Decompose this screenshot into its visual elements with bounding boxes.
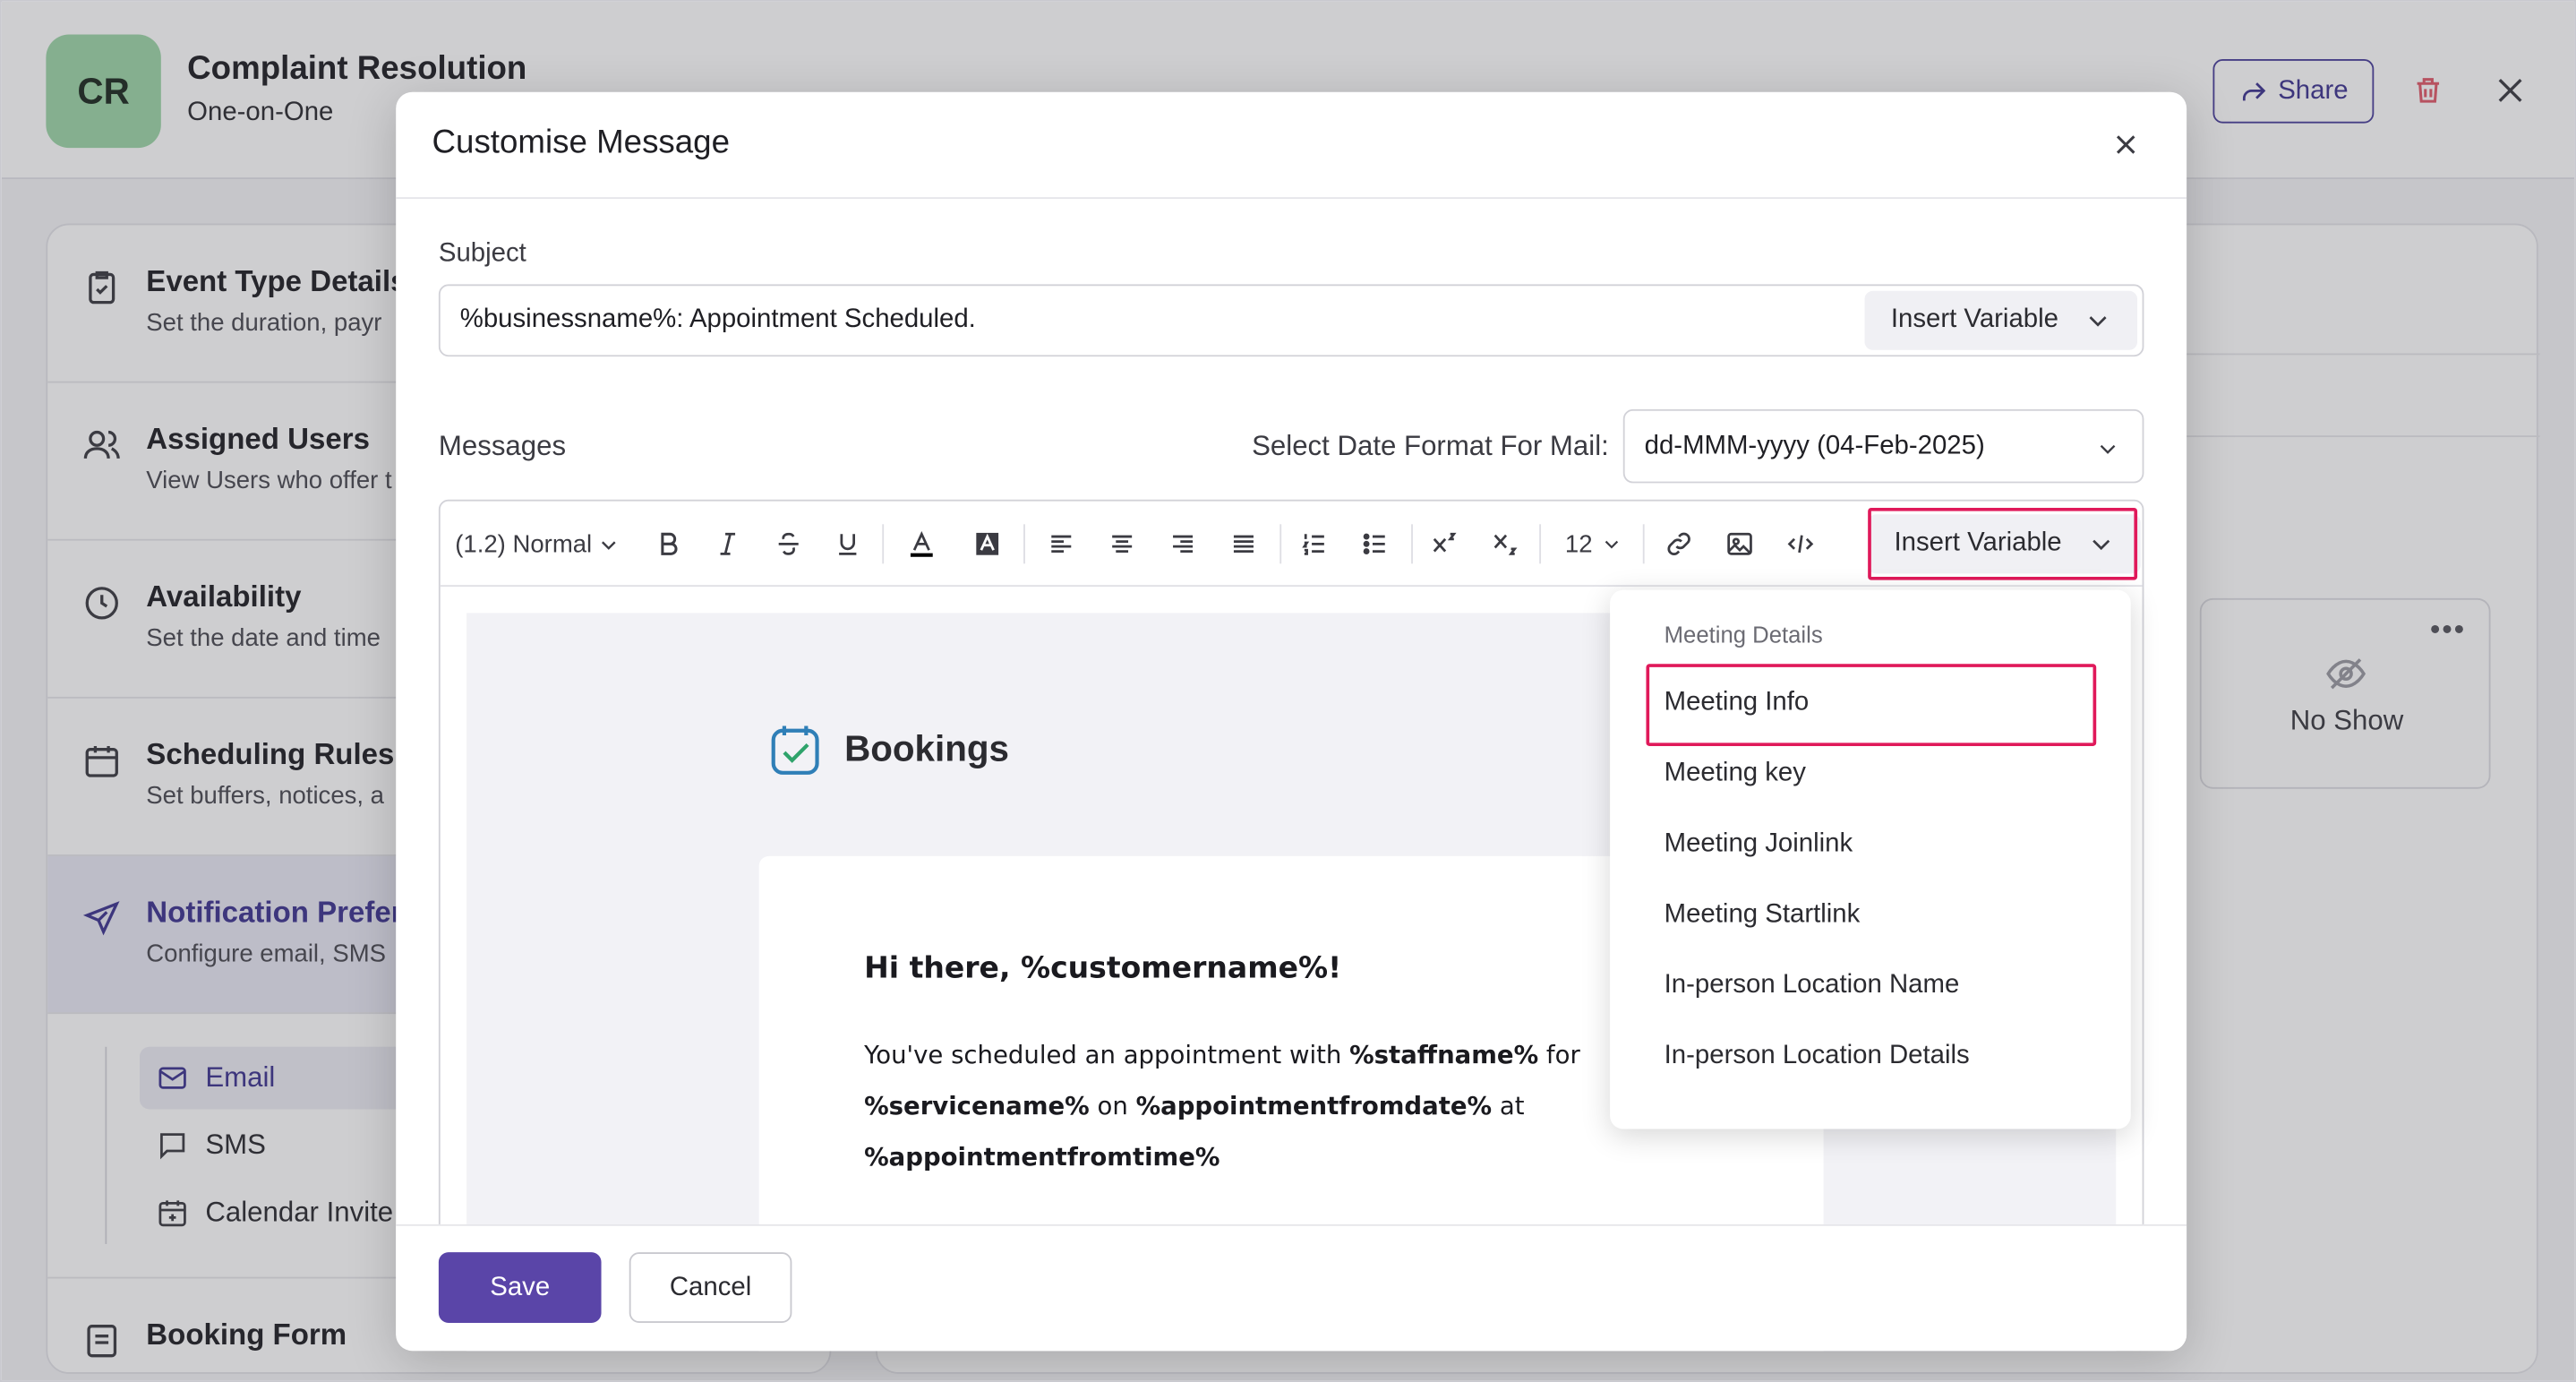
toolbar-separator <box>1023 524 1025 564</box>
menu-item-location-name[interactable]: In-person Location Name <box>1665 971 1960 1000</box>
variable-token: %servicename% <box>864 1091 1090 1121</box>
font-size-value: 12 <box>1564 529 1593 558</box>
variable-token: %appointmentfromtime% <box>864 1142 1220 1172</box>
meeting-info-highlight <box>1646 664 2097 746</box>
email-body-line: %appointmentfromtime% <box>864 1142 1220 1172</box>
insert-variable-highlight <box>1868 507 2138 580</box>
app-window: CR Complaint Resolution One-on-One Share… <box>0 0 2576 1382</box>
align-left-icon <box>1051 535 1072 553</box>
variable-token: %appointmentfromdate% <box>1135 1091 1493 1121</box>
subject-input[interactable]: %businessname%: Appointment Scheduled. I… <box>438 284 2144 357</box>
email-body-line: %servicename% on %appointmentfromdate% a… <box>864 1091 1524 1120</box>
text-run: You've scheduled an appointment with <box>864 1040 1350 1070</box>
line-style-value: (1.2) Normal <box>455 529 593 558</box>
strikethrough-icon <box>778 532 799 555</box>
link-button[interactable] <box>1661 524 1697 563</box>
ordered-list-button[interactable] <box>1297 524 1332 563</box>
subject-label: Subject <box>438 239 526 269</box>
subscript-button[interactable] <box>1486 524 1522 563</box>
menu-item-meeting-joinlink[interactable]: Meeting Joinlink <box>1665 830 1853 860</box>
align-center-button[interactable] <box>1104 524 1140 563</box>
cancel-button[interactable]: Cancel <box>629 1252 792 1324</box>
bold-button[interactable] <box>651 524 687 563</box>
messages-label: Messages <box>438 430 567 462</box>
chevron-down-icon <box>2089 316 2107 327</box>
chevron-down-icon <box>1605 540 1619 549</box>
chevron-down-icon <box>602 540 617 549</box>
modal-footer: Save Cancel <box>396 1223 2187 1352</box>
italic-button[interactable] <box>710 524 746 563</box>
close-icon[interactable] <box>2110 128 2143 161</box>
menu-item-location-details[interactable]: In-person Location Details <box>1665 1042 1970 1071</box>
save-button[interactable]: Save <box>438 1252 602 1324</box>
email-greeting: Hi there, %customername%! <box>864 951 1342 986</box>
insert-variable-label: Insert Variable <box>1890 305 2058 334</box>
highlight-color-button[interactable] <box>970 524 1006 563</box>
variable-token: %staffname% <box>1349 1040 1539 1070</box>
align-center-icon <box>1112 535 1133 553</box>
align-left-button[interactable] <box>1043 524 1079 563</box>
subject-value: %businessname%: Appointment Scheduled. <box>459 305 976 334</box>
bookings-brand: Bookings <box>844 727 1009 769</box>
menu-item-meeting-startlink[interactable]: Meeting Startlink <box>1665 900 1861 930</box>
toolbar-separator <box>882 524 885 564</box>
modal-header: Customise Message <box>396 92 2187 200</box>
strikethrough-button[interactable] <box>771 524 807 563</box>
editor-toolbar: (1.2) Normal 12 Insert Variable <box>440 502 2143 588</box>
menu-item-meeting-key[interactable]: Meeting key <box>1665 760 1806 789</box>
font-color-button[interactable] <box>903 524 939 563</box>
email-body-line: You've scheduled an appointment with %st… <box>864 1040 1580 1069</box>
code-icon <box>1787 535 1814 554</box>
toolbar-separator <box>1411 524 1413 564</box>
bold-icon <box>661 532 678 555</box>
chevron-down-icon <box>2100 444 2116 454</box>
date-format-select[interactable]: dd-MMM-yyyy (04-Feb-2025) <box>1622 408 2144 484</box>
image-button[interactable] <box>1722 524 1758 563</box>
toolbar-separator <box>1539 524 1542 564</box>
modal-title: Customise Message <box>432 124 730 161</box>
font-color-icon <box>910 531 933 557</box>
subscript-icon <box>1493 534 1518 555</box>
bookings-logo-icon <box>771 725 819 775</box>
bullet-list-button[interactable] <box>1357 524 1393 563</box>
superscript-icon <box>1433 532 1457 553</box>
align-justify-button[interactable] <box>1226 524 1262 563</box>
underline-icon <box>839 534 857 555</box>
date-format-label: Select Date Format For Mail: <box>1252 430 1609 462</box>
subject-insert-variable-button[interactable]: Insert Variable <box>1864 290 2138 350</box>
align-right-button[interactable] <box>1165 524 1201 563</box>
font-size-dropdown[interactable]: 12 <box>1559 524 1628 563</box>
line-style-dropdown[interactable]: (1.2) Normal <box>455 524 626 563</box>
text-run: at <box>1492 1091 1525 1121</box>
link-icon <box>1667 532 1690 555</box>
ordered-list-icon <box>1302 534 1324 555</box>
text-run: on <box>1089 1091 1136 1121</box>
align-right-icon <box>1173 535 1194 553</box>
date-format-value: dd-MMM-yyyy (04-Feb-2025) <box>1644 432 1985 460</box>
highlight-color-icon <box>976 532 999 555</box>
source-code-button[interactable] <box>1783 524 1819 563</box>
text-run: for <box>1538 1040 1580 1070</box>
superscript-button[interactable] <box>1426 524 1462 563</box>
bookings-logo: Bookings <box>766 718 1009 781</box>
align-justify-icon <box>1233 535 1254 553</box>
toolbar-separator <box>1642 524 1645 564</box>
bullet-list-icon <box>1363 533 1385 555</box>
menu-group-label: Meeting Details <box>1664 621 1823 648</box>
italic-icon <box>720 532 736 555</box>
image-icon <box>1727 532 1752 555</box>
underline-button[interactable] <box>830 524 866 563</box>
toolbar-separator <box>1279 524 1282 564</box>
